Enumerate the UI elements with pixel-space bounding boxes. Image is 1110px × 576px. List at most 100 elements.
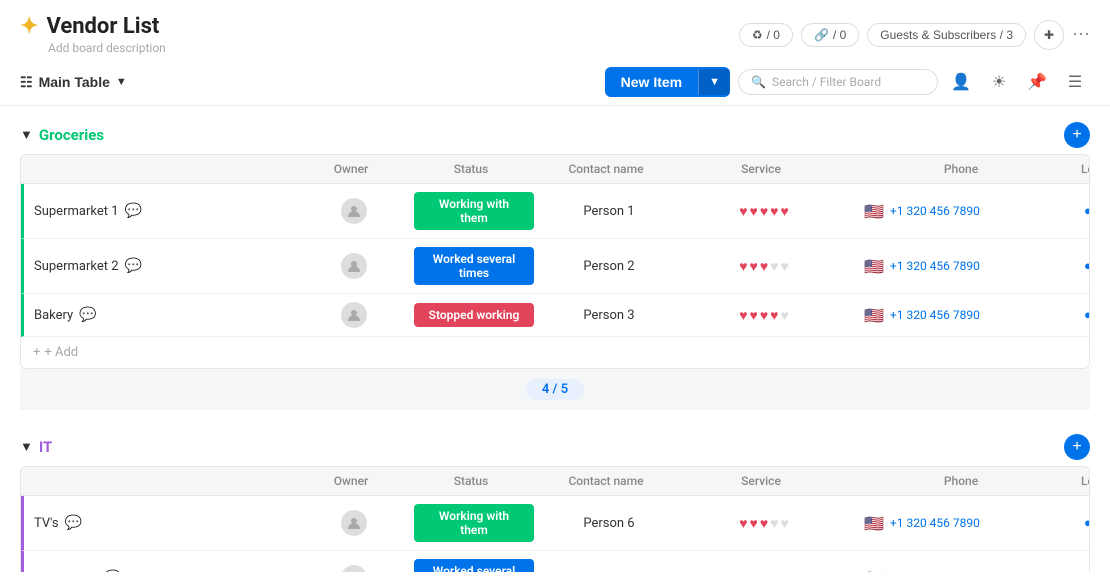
heart-icon: ♥ bbox=[739, 258, 747, 275]
group-it: ▼ IT +OwnerStatusContact nameServicePhon… bbox=[20, 434, 1090, 572]
col-header-4: Service bbox=[671, 467, 851, 495]
row-name: TV's bbox=[34, 516, 59, 531]
invite-button[interactable]: ✚ bbox=[1034, 20, 1064, 50]
main-table-button[interactable]: ☷ Main Table ▼ bbox=[20, 74, 127, 91]
comment-icon[interactable]: 💬 bbox=[104, 570, 121, 572]
row-name: Computers bbox=[34, 571, 98, 573]
add-column-button[interactable]: + bbox=[1064, 434, 1090, 460]
new-item-button[interactable]: New Item ▼ bbox=[605, 67, 730, 97]
heart-icon: ♥ bbox=[739, 307, 747, 324]
guests-label: Guests & Subscribers / 3 bbox=[880, 28, 1013, 42]
row-name-cell: Bakery 💬 bbox=[24, 299, 304, 331]
service-cell: ♥♥♥♥♥ bbox=[674, 562, 854, 573]
row-name: Bakery bbox=[34, 308, 73, 323]
header-right: ♻ / 0 🔗 / 0 Guests & Subscribers / 3 ✚ ⋯ bbox=[739, 20, 1090, 50]
location-cell: ● 5th Avenue Epicure, East 17th ... bbox=[1074, 562, 1090, 572]
table-wrap: OwnerStatusContact nameServicePhoneLocat… bbox=[20, 154, 1090, 369]
add-row-label: + Add bbox=[44, 345, 78, 360]
search-box[interactable]: 🔍 Search / Filter Board bbox=[738, 69, 938, 95]
table-row: Computers 💬 Worked several times Person … bbox=[21, 551, 1089, 572]
phone-cell: 🇺🇸 +1 320 456 7890 bbox=[854, 561, 1074, 573]
automations-label: / 0 bbox=[767, 28, 780, 42]
heart-icon: ♥ bbox=[770, 570, 778, 573]
group-title: Groceries bbox=[39, 126, 104, 144]
group-chevron-icon[interactable]: ▼ bbox=[20, 439, 33, 455]
heart-icon: ♥ bbox=[780, 258, 788, 275]
row-name-cell: Computers 💬 bbox=[24, 562, 304, 572]
col-header-6: Location bbox=[1071, 467, 1090, 495]
status-badge[interactable]: Worked several times bbox=[414, 247, 534, 285]
heart-icon: ♥ bbox=[760, 570, 768, 573]
phone-number[interactable]: +1 320 456 7890 bbox=[890, 204, 980, 218]
status-badge[interactable]: Working with them bbox=[414, 192, 534, 230]
toolbar: ☷ Main Table ▼ New Item ▼ 🔍 Search / Fil… bbox=[0, 59, 1110, 106]
toolbar-left: ☷ Main Table ▼ bbox=[20, 74, 127, 91]
person-icon-button[interactable]: 👤 bbox=[946, 67, 976, 97]
heart-icon: ♥ bbox=[750, 570, 758, 573]
comment-icon[interactable]: 💬 bbox=[65, 515, 82, 531]
column-headers: OwnerStatusContact nameServicePhoneLocat… bbox=[21, 155, 1089, 184]
add-row-button[interactable]: ++ Add bbox=[21, 337, 1089, 368]
integrations-button[interactable]: 🔗 / 0 bbox=[801, 23, 859, 47]
contact-cell: Person 3 bbox=[544, 300, 674, 331]
location-cell: ● Champion Pizza 5th Avenue, ... bbox=[1074, 507, 1090, 539]
status-cell: Working with them bbox=[404, 496, 544, 550]
header-left: ✦ Vendor List Add board description bbox=[20, 14, 166, 55]
row-name-cell: TV's 💬 bbox=[24, 507, 304, 539]
heart-icon: ♥ bbox=[750, 258, 758, 275]
comment-icon[interactable]: 💬 bbox=[79, 307, 96, 323]
pin-icon-button[interactable]: 📌 bbox=[1022, 67, 1052, 97]
phone-number[interactable]: +1 320 456 7890 bbox=[890, 516, 980, 530]
summary-badge: 4 / 5 bbox=[526, 379, 584, 400]
comment-icon[interactable]: 💬 bbox=[125, 203, 142, 219]
comment-icon[interactable]: 💬 bbox=[125, 258, 142, 274]
col-header-5: Phone bbox=[851, 467, 1071, 495]
filter-icon-button[interactable]: ☰ bbox=[1060, 67, 1090, 97]
heart-icon: ♥ bbox=[770, 258, 778, 275]
group-chevron-icon[interactable]: ▼ bbox=[20, 127, 33, 143]
add-column-button[interactable]: + bbox=[1064, 122, 1090, 148]
contact-name: Person 3 bbox=[583, 308, 634, 323]
location-icon: ● bbox=[1084, 258, 1090, 274]
toolbar-right: New Item ▼ 🔍 Search / Filter Board 👤 ☀ 📌… bbox=[605, 67, 1090, 97]
integrations-icon: 🔗 bbox=[814, 28, 829, 42]
avatar bbox=[341, 565, 367, 572]
table-icon: ☷ bbox=[20, 74, 33, 91]
integrations-label: / 0 bbox=[833, 28, 846, 42]
more-options-button[interactable]: ⋯ bbox=[1072, 24, 1090, 45]
contact-name: Person 6 bbox=[583, 516, 634, 531]
heart-icon: ♥ bbox=[780, 203, 788, 220]
heart-icon: ♥ bbox=[739, 570, 747, 573]
phone-number[interactable]: +1 320 456 7890 bbox=[890, 259, 980, 273]
main-table-label: Main Table bbox=[39, 74, 110, 90]
summary-row: 4 / 5 bbox=[20, 369, 1090, 410]
phone-cell: 🇺🇸 +1 320 456 7890 bbox=[854, 298, 1074, 333]
contact-name: Person 7 bbox=[583, 571, 634, 573]
board-description[interactable]: Add board description bbox=[48, 41, 166, 55]
location-cell: ● New York Public Library - Step... bbox=[1074, 250, 1090, 282]
heart-icon: ♥ bbox=[780, 307, 788, 324]
heart-icon: ♥ bbox=[739, 515, 747, 532]
service-cell: ♥♥♥♥♥ bbox=[674, 299, 854, 332]
heart-icon: ♥ bbox=[750, 203, 758, 220]
content-area: ▼ Groceries + OwnerStatusContact nameServ… bbox=[0, 106, 1110, 572]
phone-cell: 🇺🇸 +1 320 456 7890 bbox=[854, 194, 1074, 229]
avatar bbox=[341, 198, 367, 224]
guests-button[interactable]: Guests & Subscribers / 3 bbox=[867, 23, 1026, 47]
flag-icon: 🇺🇸 bbox=[864, 257, 884, 276]
eye-icon-button[interactable]: ☀ bbox=[984, 67, 1014, 97]
phone-number[interactable]: +1 320 456 7890 bbox=[890, 308, 980, 322]
service-cell: ♥♥♥♥♥ bbox=[674, 195, 854, 228]
phone-number[interactable]: +1 320 456 7890 bbox=[890, 571, 980, 572]
service-cell: ♥♥♥♥♥ bbox=[674, 250, 854, 283]
new-item-dropdown-arrow[interactable]: ▼ bbox=[698, 69, 730, 95]
flag-icon: 🇺🇸 bbox=[864, 569, 884, 573]
flag-icon: 🇺🇸 bbox=[864, 514, 884, 533]
status-cell: Worked several times bbox=[404, 239, 544, 293]
status-badge[interactable]: Worked several times bbox=[414, 559, 534, 572]
status-badge[interactable]: Working with them bbox=[414, 504, 534, 542]
contact-cell: Person 6 bbox=[544, 508, 674, 539]
automations-button[interactable]: ♻ / 0 bbox=[739, 23, 793, 47]
status-badge[interactable]: Stopped working bbox=[414, 303, 534, 327]
col-header-2: Status bbox=[401, 155, 541, 183]
